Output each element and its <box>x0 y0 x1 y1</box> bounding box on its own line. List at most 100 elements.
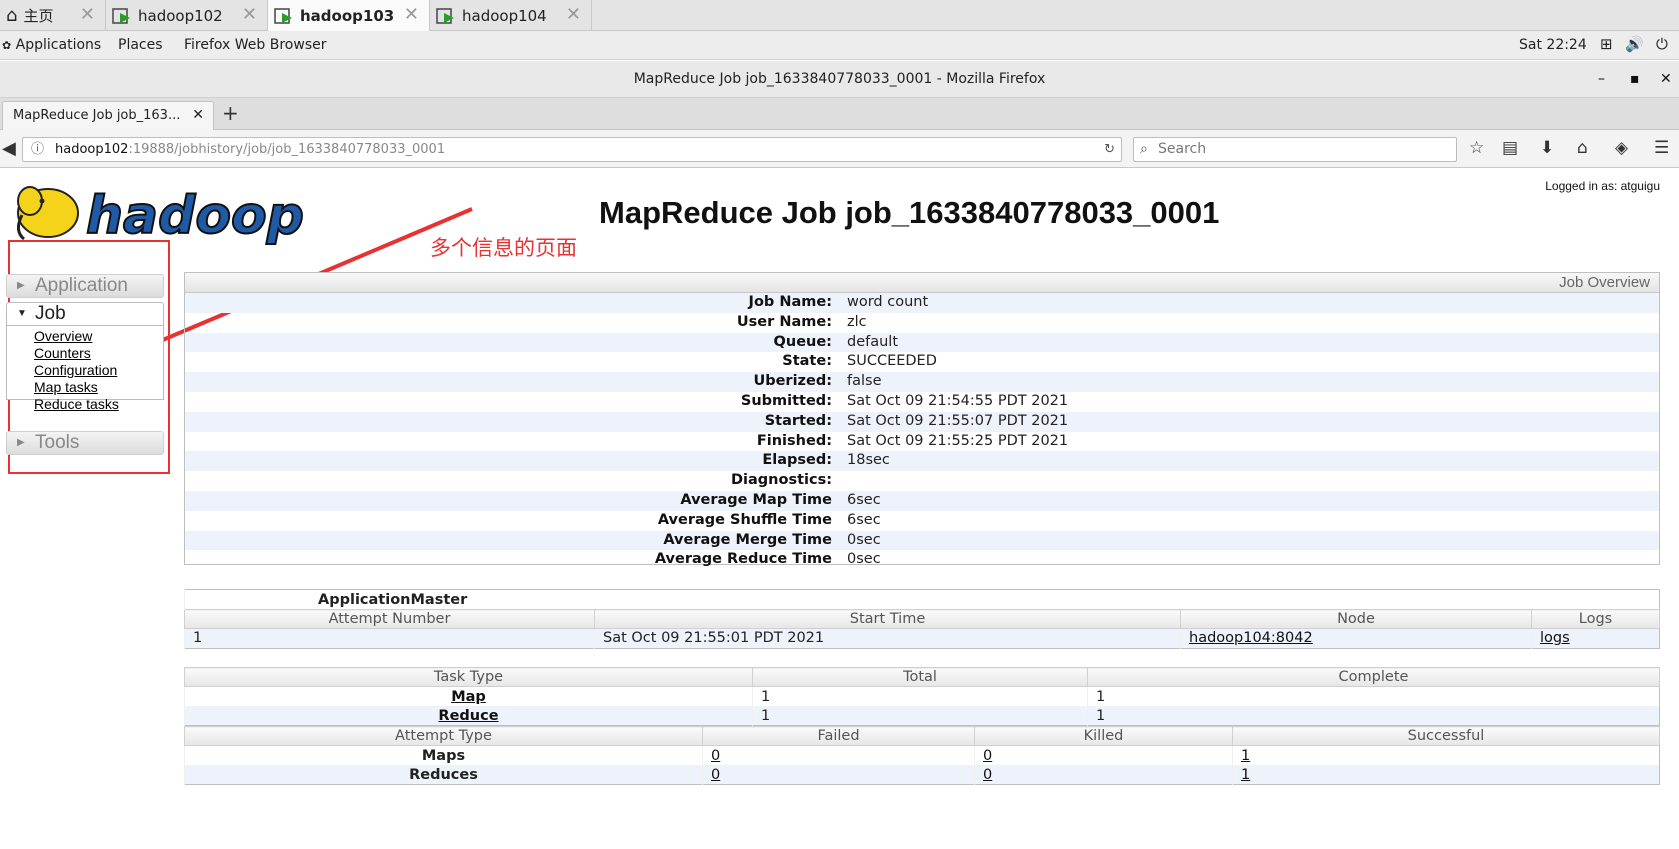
vm-tab-hadoop102[interactable]: hadoop102 ✕ <box>106 0 268 31</box>
nav-tools[interactable]: ▶ Tools <box>6 431 164 455</box>
overview-value: word count <box>847 294 929 310</box>
am-logs-link[interactable]: logs <box>1540 630 1570 646</box>
close-icon[interactable]: ✕ <box>80 4 95 25</box>
bookmark-star-icon[interactable]: ☆ <box>1469 138 1484 158</box>
overview-row: Diagnostics: <box>185 471 1659 491</box>
nav-application[interactable]: ▶ Application <box>6 274 164 298</box>
download-icon[interactable]: ⬇ <box>1540 138 1554 158</box>
killed-count-link[interactable]: 0 <box>983 767 992 783</box>
attempt-type: Maps <box>184 745 703 765</box>
menu-icon[interactable]: ☰ <box>1654 138 1669 158</box>
overview-row: Elapsed: 18sec <box>185 451 1659 472</box>
overview-value: default <box>847 333 899 350</box>
search-input[interactable]: ⌕ Search <box>1133 137 1457 162</box>
applications-menu[interactable]: ✿ Applications <box>2 37 101 53</box>
overview-key: Average Reduce Time <box>654 551 832 568</box>
url-bar[interactable]: ⓘ hadoop102:19888/jobhistory/job/job_163… <box>22 137 1122 162</box>
info-icon[interactable]: ⓘ <box>31 138 44 161</box>
task-complete: 1 <box>1087 706 1660 726</box>
volume-icon[interactable]: 🔊 <box>1625 35 1644 53</box>
overview-key: User Name: <box>736 313 832 330</box>
reload-icon[interactable]: ↻ <box>1104 138 1115 161</box>
column-header[interactable]: Failed <box>702 726 975 746</box>
network-icon[interactable]: ⊞ <box>1600 35 1613 53</box>
vm-tab-hadoop103[interactable]: hadoop103 ✕ <box>268 0 430 31</box>
task-complete: 1 <box>1087 686 1660 706</box>
home-icon[interactable]: ⌂ <box>1577 138 1588 158</box>
column-header[interactable]: Attempt Type <box>184 726 703 746</box>
nav-link-reduce-tasks[interactable]: Reduce tasks <box>34 396 163 413</box>
overview-value: false <box>847 373 882 390</box>
close-window-icon[interactable]: ✕ <box>1660 61 1672 98</box>
close-icon[interactable]: ✕ <box>242 4 257 25</box>
overview-row: Uberized: false <box>185 372 1659 392</box>
am-title: ApplicationMaster <box>184 589 1660 610</box>
close-icon[interactable]: ✕ <box>404 4 419 25</box>
overview-value: zlc <box>847 313 867 330</box>
page-content: Logged in as: atguigu hadoop MapReduce J… <box>0 169 1679 849</box>
task-header-row: Task Type Total Complete <box>184 667 1660 687</box>
overview-value: Sat Oct 09 21:55:07 PDT 2021 <box>847 412 1069 429</box>
column-header[interactable]: Node <box>1180 609 1532 629</box>
column-header[interactable]: Start Time <box>594 609 1181 629</box>
overview-rows: Job Name: word count User Name: zlc Queue:… <box>185 293 1659 570</box>
task-total: 1 <box>752 686 1088 706</box>
browser-tab-strip: MapReduce Job job_163... ✕ + <box>0 98 1679 130</box>
nav-link-overview[interactable]: Overview <box>34 328 163 345</box>
power-icon[interactable]: ⏻ <box>1656 35 1668 53</box>
vm-tab-strip: ⌂ 主页 ✕ hadoop102 ✕ hadoop103 ✕ hadoop104… <box>0 0 1679 31</box>
reading-list-icon[interactable]: ▤ <box>1502 138 1518 158</box>
vm-running-icon <box>112 6 132 26</box>
nav-link-configuration[interactable]: Configuration <box>34 362 163 379</box>
overview-value: Sat Oct 09 21:54:55 PDT 2021 <box>847 392 1069 409</box>
killed-count-link[interactable]: 0 <box>983 748 992 764</box>
gnome-foot-icon: ✿ <box>2 39 12 52</box>
failed-count-link[interactable]: 0 <box>711 767 720 783</box>
successful-count-link[interactable]: 1 <box>1241 748 1250 764</box>
column-header[interactable]: Attempt Number <box>184 609 595 629</box>
nav-job[interactable]: ▼ Job <box>6 302 164 326</box>
failed-count-link[interactable]: 0 <box>711 748 720 764</box>
vm-tab-label: hadoop102 <box>138 6 223 25</box>
column-header[interactable]: Logs <box>1531 609 1660 629</box>
task-type-link-reduce[interactable]: Reduce <box>438 708 498 724</box>
vm-tab-label: 主页 <box>23 7 54 25</box>
url-host: hadoop102 <box>55 142 129 157</box>
column-header[interactable]: Successful <box>1232 726 1660 746</box>
column-header[interactable]: Total <box>752 667 1088 687</box>
firefox-app-menu[interactable]: Firefox Web Browser <box>184 37 327 53</box>
back-icon[interactable]: ◀ <box>2 138 16 159</box>
overview-row: State: SUCCEEDED <box>185 352 1659 372</box>
nav-link-map-tasks[interactable]: Map tasks <box>34 379 163 396</box>
column-header[interactable]: Complete <box>1087 667 1660 687</box>
table-row: Reduce 1 1 <box>184 706 1660 726</box>
url-path: :19888/jobhistory/job/job_1633840778033_… <box>128 142 446 157</box>
column-header[interactable]: Killed <box>974 726 1233 746</box>
overview-value: 6sec <box>847 491 881 508</box>
vm-tab-home[interactable]: ⌂ 主页 ✕ <box>0 0 106 31</box>
applications-label: Applications <box>15 37 102 53</box>
overview-key: Job Name: <box>748 294 832 310</box>
vm-tab-hadoop104[interactable]: hadoop104 ✕ <box>430 0 592 31</box>
pocket-icon[interactable]: ◈ <box>1615 138 1628 158</box>
maximize-icon[interactable]: ▪ <box>1630 61 1640 98</box>
minimize-icon[interactable]: – <box>1598 61 1605 98</box>
browser-tab[interactable]: MapReduce Job job_163... ✕ <box>2 101 214 130</box>
column-header[interactable]: Task Type <box>184 667 753 687</box>
am-attempt: 1 <box>184 628 595 648</box>
close-tab-icon[interactable]: ✕ <box>192 102 204 129</box>
overview-key: Finished: <box>756 432 832 449</box>
places-menu[interactable]: Places <box>118 37 163 53</box>
table-row: Reduces 0 0 1 <box>184 765 1660 785</box>
clock[interactable]: Sat 22:24 <box>1519 37 1587 53</box>
close-icon[interactable]: ✕ <box>566 4 581 25</box>
overview-row: Average Shuffle Time 6sec <box>185 511 1659 531</box>
am-node-link[interactable]: hadoop104:8042 <box>1189 630 1313 646</box>
successful-count-link[interactable]: 1 <box>1241 767 1250 783</box>
vm-running-icon <box>274 6 294 26</box>
table-row: Map 1 1 <box>184 686 1660 706</box>
new-tab-icon[interactable]: + <box>222 101 239 125</box>
attempt-header-row: Attempt Type Failed Killed Successful <box>184 726 1660 746</box>
nav-link-counters[interactable]: Counters <box>34 345 163 362</box>
task-type-link-map[interactable]: Map <box>451 689 486 705</box>
